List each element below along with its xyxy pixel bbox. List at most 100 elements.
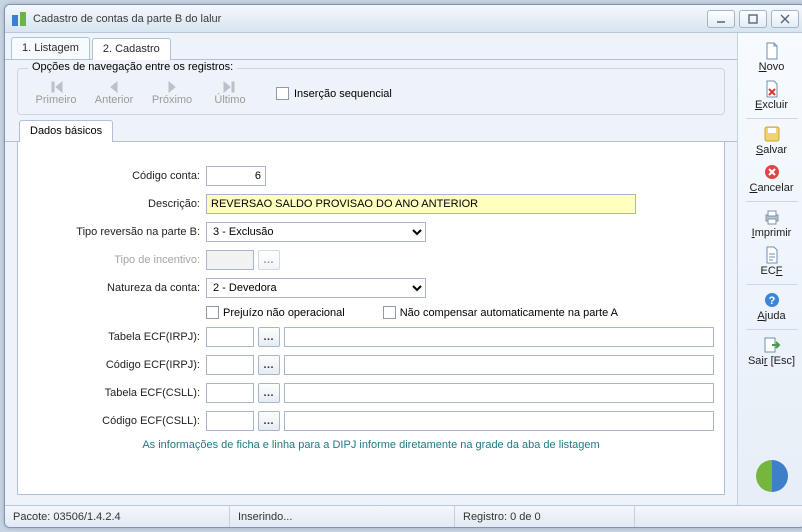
codigo-ecf-csll-display — [284, 411, 714, 431]
tabela-ecf-csll-label: Tabela ECF(CSLL): — [26, 387, 206, 399]
salvar-label: Salvar — [756, 144, 787, 156]
form-pane: Código conta: Descrição: Tipo reversão n… — [17, 142, 725, 495]
codigo-ecf-csll-lookup-button[interactable]: … — [258, 411, 280, 431]
nav-prev-label: Anterior — [95, 94, 134, 106]
ajuda-button[interactable]: ? Ajuda — [742, 288, 802, 326]
nav-first-label: Primeiro — [36, 94, 77, 106]
cancelar-button[interactable]: Cancelar — [742, 160, 802, 198]
row-checkboxes: Prejuízo não operacional Não compensar a… — [26, 306, 716, 319]
window-title: Cadastro de contas da parte B do lalur — [33, 13, 707, 25]
tabela-ecf-irpj-input[interactable] — [206, 327, 254, 347]
tab-dados-basicos[interactable]: Dados básicos — [19, 120, 113, 142]
ajuda-label: Ajuda — [757, 310, 785, 322]
codigo-ecf-csll-label: Código ECF(CSLL): — [26, 415, 206, 427]
row-tabela-ecf-csll: Tabela ECF(CSLL): … — [26, 383, 716, 403]
nav-last-button[interactable]: Último — [202, 81, 258, 106]
nav-prev-button[interactable]: Anterior — [86, 81, 142, 106]
row-tabela-ecf-irpj: Tabela ECF(IRPJ): … — [26, 327, 716, 347]
nav-last-label: Último — [214, 94, 245, 106]
nav-next-button[interactable]: Próximo — [144, 81, 200, 106]
ellipsis-icon: … — [263, 254, 275, 266]
codigo-ecf-csll-input[interactable] — [206, 411, 254, 431]
tabela-ecf-irpj-lookup-button[interactable]: … — [258, 327, 280, 347]
document-icon — [742, 246, 802, 264]
codigo-conta-label: Código conta: — [26, 170, 206, 182]
body-row: 1. Listagem 2. Cadastro Opções de navega… — [5, 33, 802, 505]
tabela-ecf-csll-display — [284, 383, 714, 403]
nao-compensar-checkbox[interactable] — [383, 306, 396, 319]
tipo-reversao-label: Tipo reversão na parte B: — [26, 226, 206, 238]
ellipsis-icon: … — [263, 415, 275, 427]
first-icon — [28, 81, 84, 93]
minimize-button[interactable] — [707, 10, 735, 28]
row-descricao: Descrição: — [26, 194, 716, 214]
tabela-ecf-csll-input[interactable] — [206, 383, 254, 403]
svg-text:?: ? — [768, 295, 775, 307]
tabela-ecf-csll-lookup-button[interactable]: … — [258, 383, 280, 403]
new-file-icon — [742, 42, 802, 60]
novo-button[interactable]: NNovoovo — [742, 39, 802, 77]
ecf-button[interactable]: ECF — [742, 243, 802, 281]
app-window: Cadastro de contas da parte B do lalur 1… — [4, 4, 802, 528]
sair-button[interactable]: Sair [Esc] — [742, 333, 802, 371]
sequential-insert-label: Inserção sequencial — [294, 88, 392, 100]
close-button[interactable] — [771, 10, 799, 28]
salvar-button[interactable]: Salvar — [742, 122, 802, 160]
excluir-button[interactable]: Excluir — [742, 77, 802, 115]
tipo-incentivo-lookup-button: … — [258, 250, 280, 270]
ecf-label: ECF — [760, 265, 782, 277]
imprimir-label: Imprimir — [752, 227, 792, 239]
tipo-incentivo-input — [206, 250, 254, 270]
nav-next-label: Próximo — [152, 94, 192, 106]
print-icon — [742, 208, 802, 226]
row-tipo-incentivo: Tipo de incentivo: … — [26, 250, 716, 270]
sequential-insert-wrap: Inserção sequencial — [276, 87, 392, 100]
row-tipo-reversao: Tipo reversão na parte B: 3 - Exclusão — [26, 222, 716, 242]
record-nav-group: Opções de navegação entre os registros: … — [17, 68, 725, 115]
row-codigo-ecf-irpj: Código ECF(IRPJ): … — [26, 355, 716, 375]
ellipsis-icon: … — [263, 387, 275, 399]
codigo-ecf-irpj-input[interactable] — [206, 355, 254, 375]
toolbar-separator — [746, 201, 798, 202]
tabela-ecf-irpj-label: Tabela ECF(IRPJ): — [26, 331, 206, 343]
app-icon — [11, 11, 27, 27]
codigo-ecf-irpj-lookup-button[interactable]: … — [258, 355, 280, 375]
form-hint: As informações de ficha e linha para a D… — [26, 439, 716, 451]
codigo-ecf-irpj-label: Código ECF(IRPJ): — [26, 359, 206, 371]
maximize-button[interactable] — [739, 10, 767, 28]
sair-label: Sair [Esc] — [748, 355, 795, 367]
imprimir-button[interactable]: Imprimir — [742, 205, 802, 243]
titlebar: Cadastro de contas da parte B do lalur — [5, 5, 802, 33]
row-natureza: Natureza da conta: 2 - Devedora — [26, 278, 716, 298]
tab-cadastro[interactable]: 2. Cadastro — [92, 38, 171, 60]
help-icon: ? — [742, 291, 802, 309]
tab-listagem[interactable]: 1. Listagem — [11, 37, 90, 59]
ellipsis-icon: … — [263, 331, 275, 343]
tab-dados-basicos-label: Dados básicos — [30, 125, 102, 137]
main-area: 1. Listagem 2. Cadastro Opções de navega… — [5, 33, 737, 505]
toolbar-separator — [746, 284, 798, 285]
natureza-select[interactable]: 2 - Devedora — [206, 278, 426, 298]
inner-tabs: Dados básicos — [5, 119, 737, 142]
nao-compensar-label: Não compensar automaticamente na parte A — [400, 307, 618, 319]
row-codigo-conta: Código conta: — [26, 166, 716, 186]
exit-icon — [742, 336, 802, 354]
right-toolbar: NNovoovo Excluir Salvar Cancelar Imprimi… — [737, 33, 802, 505]
codigo-conta-input[interactable] — [206, 166, 266, 186]
prejuizo-checkbox[interactable] — [206, 306, 219, 319]
codigo-ecf-irpj-display — [284, 355, 714, 375]
toolbar-separator — [746, 118, 798, 119]
descricao-input[interactable] — [206, 194, 636, 214]
descricao-label: Descrição: — [26, 198, 206, 210]
tipo-incentivo-label: Tipo de incentivo: — [26, 254, 206, 266]
save-icon — [742, 125, 802, 143]
toolbar-separator — [746, 329, 798, 330]
tabela-ecf-irpj-display — [284, 327, 714, 347]
novo-label: NNovoovo — [759, 61, 785, 73]
row-codigo-ecf-csll: Código ECF(CSLL): … — [26, 411, 716, 431]
tipo-reversao-select[interactable]: 3 - Exclusão — [206, 222, 426, 242]
nav-first-button[interactable]: Primeiro — [28, 81, 84, 106]
sequential-insert-checkbox[interactable] — [276, 87, 289, 100]
prev-icon — [86, 81, 142, 93]
delete-file-icon — [742, 80, 802, 98]
